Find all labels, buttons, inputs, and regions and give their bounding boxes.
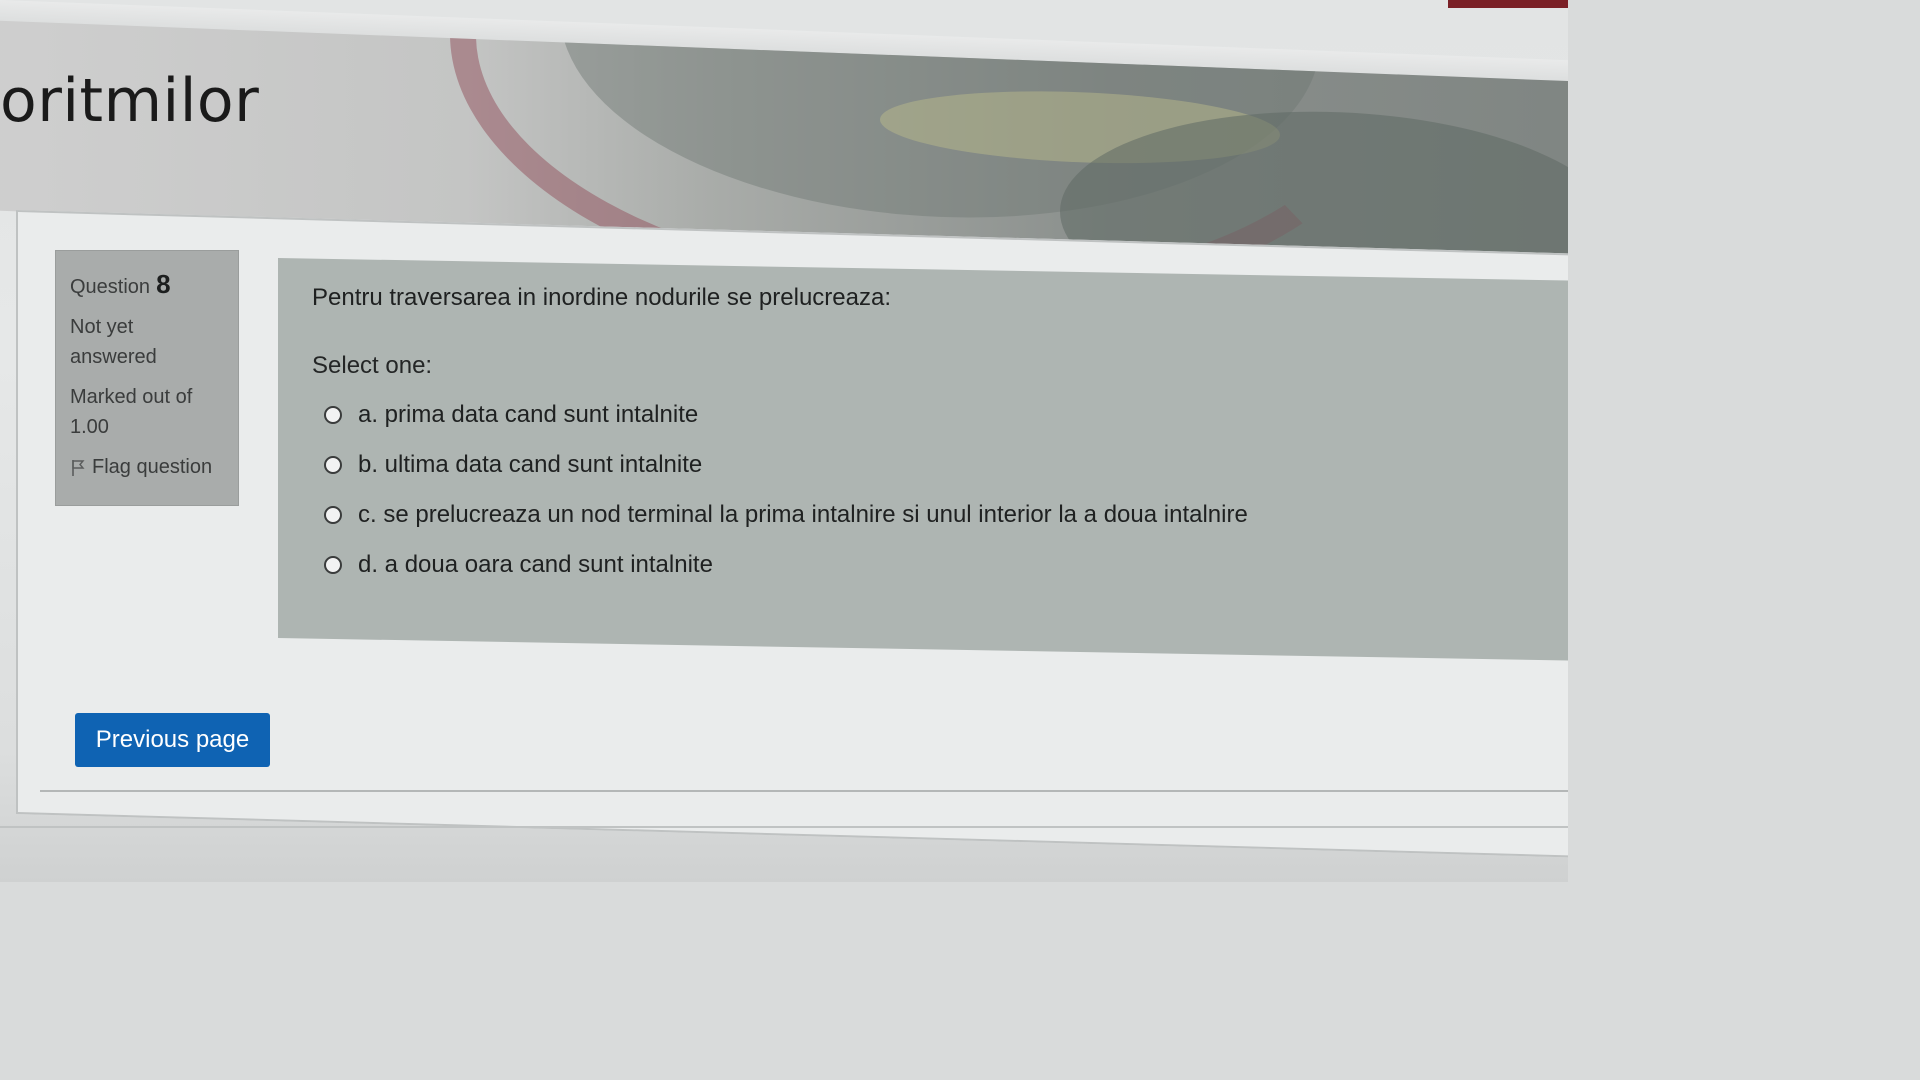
answer-option-b[interactable]: b. ultima data cand sunt intalnite [324, 440, 1552, 490]
answer-prompt: Select one: [312, 352, 433, 379]
flag-question-label: Flag question [92, 456, 213, 478]
radio-button[interactable] [324, 456, 342, 474]
card-bottom-border [40, 790, 1568, 792]
question-text: Pentru traversarea in inordine nodurile … [312, 284, 891, 311]
question-info-panel: Question 8 Not yet answered Marked out o… [55, 250, 239, 506]
flag-question-link[interactable]: Flag question [70, 456, 224, 479]
page-divider [0, 826, 1568, 828]
screen: oritmilor Question 8 Not yet answered Ma… [0, 0, 1568, 882]
radio-button[interactable] [324, 556, 342, 574]
radio-button[interactable] [324, 506, 342, 524]
question-number-value: 8 [156, 269, 171, 299]
question-body: Pentru traversarea in inordine nodurile … [312, 284, 1552, 590]
question-grade: Marked out of 1.00 [70, 386, 193, 438]
answer-label[interactable]: c. se prelucreaza un nod terminal la pri… [358, 501, 1248, 529]
answer-list: a. prima data cand sunt intalnite b. ult… [312, 390, 1552, 590]
course-title: oritmilor [0, 66, 260, 136]
answer-label[interactable]: d. a doua oara cand sunt intalnite [358, 551, 713, 579]
top-accent-strip [1448, 0, 1568, 8]
answer-option-c[interactable]: c. se prelucreaza un nod terminal la pri… [324, 490, 1552, 540]
answer-option-d[interactable]: d. a doua oara cand sunt intalnite [324, 540, 1552, 590]
question-number-label: Question [70, 276, 151, 298]
answer-option-a[interactable]: a. prima data cand sunt intalnite [324, 390, 1552, 440]
answer-label[interactable]: b. ultima data cand sunt intalnite [358, 451, 702, 479]
answer-label[interactable]: a. prima data cand sunt intalnite [358, 401, 698, 429]
question-state: Not yet answered [70, 316, 157, 368]
previous-page-button[interactable]: Previous page [75, 713, 270, 767]
radio-button[interactable] [324, 406, 342, 424]
flag-icon [72, 459, 85, 476]
question-number: Question 8 [70, 269, 224, 300]
